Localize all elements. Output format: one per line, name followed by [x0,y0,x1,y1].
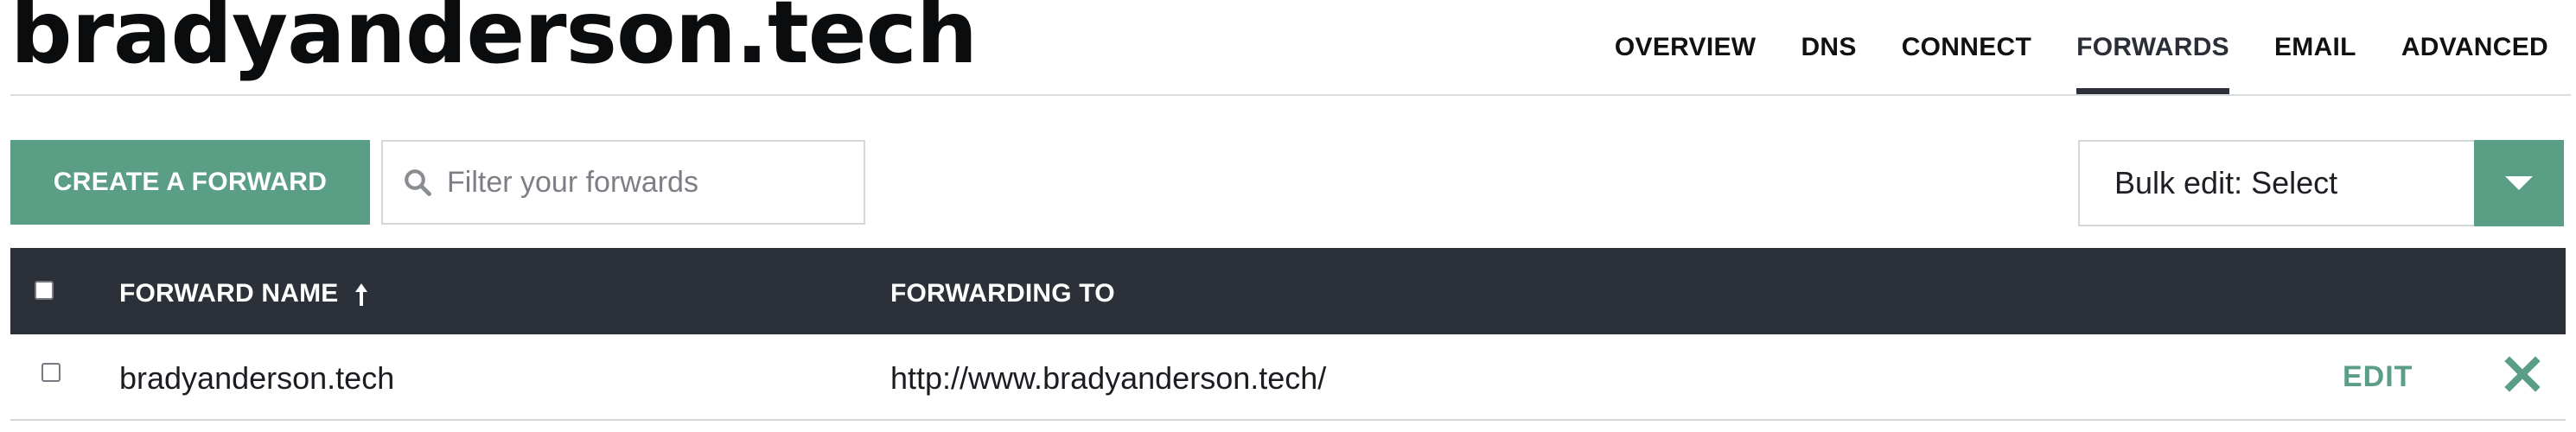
column-header-forward-name-label: FORWARD NAME [119,279,339,308]
tab-overview[interactable]: OVERVIEW [1592,0,1779,95]
caret-down-icon [2505,176,2533,190]
table-header: FORWARD NAME FORWARDING TO [10,248,2566,334]
edit-forward-link[interactable]: EDIT [2343,360,2413,394]
column-header-forwarding-to[interactable]: FORWARDING TO [890,279,1115,308]
table-row: bradyanderson.tech http://www.bradyander… [10,334,2566,421]
tab-forwards[interactable]: FORWARDS [2054,0,2252,95]
bulk-edit-dropdown-button[interactable] [2474,140,2564,226]
header-divider [10,94,2571,96]
row-checkbox[interactable] [41,363,61,382]
bulk-edit-select[interactable]: Bulk edit: Select [2078,140,2564,226]
bulk-edit-label[interactable]: Bulk edit: Select [2078,140,2474,226]
tab-email[interactable]: EMAIL [2252,0,2379,95]
filter-field[interactable] [381,140,865,225]
select-all-checkbox[interactable] [35,281,54,300]
tab-dns[interactable]: DNS [1778,0,1878,95]
tab-connect[interactable]: CONNECT [1879,0,2054,95]
search-icon [405,169,431,196]
create-forward-button[interactable]: CREATE A FORWARD [10,140,370,225]
domain-nav: OVERVIEW DNS CONNECT FORWARDS EMAIL ADVA… [1592,0,2571,95]
arrow-up-icon[interactable] [354,283,368,307]
site-title: bradyanderson.tech [10,0,978,83]
column-header-forward-name[interactable]: FORWARD NAME [119,279,368,308]
forwarding-target: http://www.bradyanderson.tech/ [890,360,1327,396]
forward-name: bradyanderson.tech [119,360,395,396]
close-icon[interactable] [2503,354,2542,394]
filter-input[interactable] [445,164,846,200]
tab-advanced[interactable]: ADVANCED [2379,0,2571,95]
